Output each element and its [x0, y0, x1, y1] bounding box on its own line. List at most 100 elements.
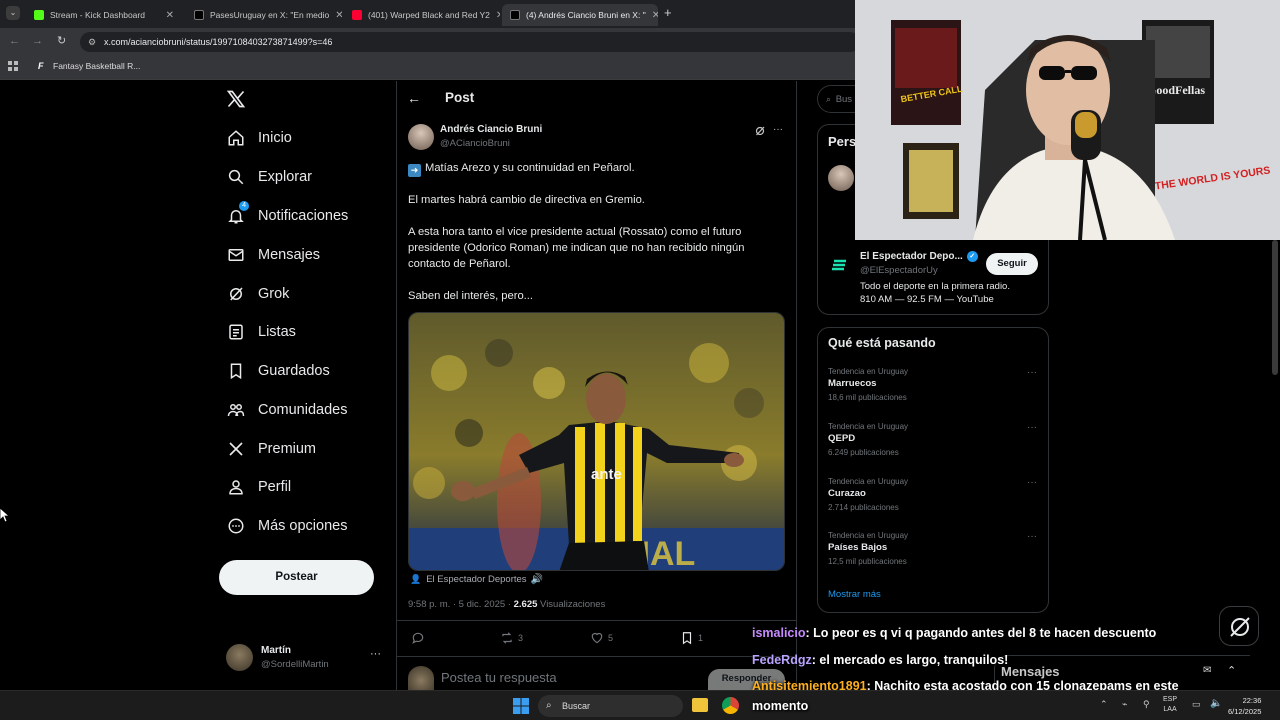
nav-mensajes[interactable]: Mensajes: [226, 240, 320, 270]
language-indicator[interactable]: ESP LAA: [1163, 695, 1177, 715]
repost-count: 3: [518, 633, 524, 643]
nav-comunidades[interactable]: Comunidades: [226, 395, 347, 425]
trend-item[interactable]: Tendencia en Uruguay Países Bajos 12,5 m…: [828, 531, 1043, 566]
chevron-up-icon[interactable]: ⌃: [1227, 664, 1236, 677]
chat-message: ismalicio: Lo peor es q vi q pagando ant…: [752, 626, 1156, 640]
chat-text: : el mercado es largo, tranquilos!: [811, 653, 1009, 667]
tab-label: (401) Warped Black and Red Y2: [368, 10, 490, 20]
show-more-link[interactable]: Mostrar más: [828, 589, 881, 600]
close-icon[interactable]: ✕: [646, 10, 658, 21]
site-info-icon[interactable]: ⚙: [88, 32, 96, 52]
tab-kick[interactable]: Stream - Kick Dashboard ✕: [26, 4, 182, 26]
tab-pases[interactable]: PasesUruguay en X: "En medio ✕: [186, 4, 342, 26]
person-icon: [226, 477, 246, 497]
taskbar-search[interactable]: ⌕ Buscar: [538, 695, 683, 717]
more-icon[interactable]: ···: [1027, 422, 1037, 433]
author-handle[interactable]: @ACiancioBruni: [440, 138, 510, 149]
suggested-avatar-partial[interactable]: [828, 165, 854, 191]
nav-label: Grok: [258, 286, 290, 302]
author-avatar[interactable]: [408, 124, 434, 150]
new-message-icon[interactable]: ✉: [1203, 665, 1211, 676]
grok-icon[interactable]: [754, 124, 766, 136]
divider: [397, 620, 796, 621]
scrollbar[interactable]: [1272, 240, 1278, 375]
clock[interactable]: 22:36 6/12/2025: [1228, 695, 1261, 717]
follow-button[interactable]: Seguir: [986, 253, 1038, 275]
nav-premium[interactable]: Premium: [226, 434, 316, 464]
arrow-right-icon: ➜: [408, 164, 421, 177]
author-name[interactable]: Andrés Ciancio Bruni: [440, 124, 542, 135]
nav-perfil[interactable]: Perfil: [226, 472, 291, 502]
suggested-handle: @ElEspectadorUy: [860, 265, 938, 276]
windows-start-icon[interactable]: [513, 698, 529, 714]
nav-listas[interactable]: Listas: [226, 317, 296, 347]
trend-item[interactable]: Tendencia en Uruguay QEPD 6.249 publicac…: [828, 422, 1043, 457]
close-icon[interactable]: ✕: [160, 10, 174, 21]
url-field[interactable]: ⚙ x.com/acianciobruni/status/19971084032…: [80, 32, 860, 52]
post-image[interactable]: ONAL ante: [408, 312, 785, 571]
post-more-icon[interactable]: ···: [773, 124, 783, 135]
reply-action[interactable]: [411, 631, 425, 645]
volume-icon[interactable]: 🔈: [1210, 698, 1222, 709]
new-tab-icon[interactable]: +: [664, 5, 672, 20]
bell-icon: 4: [226, 201, 249, 226]
search-icon: ⌕: [546, 700, 552, 711]
chrome-icon[interactable]: [722, 697, 739, 714]
bookmark-count: 1: [698, 633, 704, 643]
account-switcher[interactable]: Martín @SordelliMartin ···: [226, 644, 386, 674]
bookmark-icon: [226, 361, 246, 381]
suggested-account[interactable]: El Espectador Depo... ✓ @ElEspectadorUy …: [828, 250, 1043, 305]
image-credit[interactable]: 👤 El Espectador Deportes 🔊: [410, 574, 543, 585]
trend-item[interactable]: Tendencia en Uruguay Marruecos 18,6 mil …: [828, 367, 1043, 402]
avatar: [226, 644, 253, 671]
like-action[interactable]: 5: [590, 631, 613, 645]
notification-badge: 4: [239, 201, 249, 211]
mic-icon[interactable]: ⚲: [1143, 699, 1150, 710]
close-icon[interactable]: ✕: [490, 10, 500, 21]
network-icon[interactable]: ⌁: [1122, 699, 1127, 710]
nav-explorar[interactable]: Explorar: [226, 162, 312, 192]
bookmark-fantasy[interactable]: F Fantasy Basketball R...: [38, 61, 140, 71]
grok-icon: [226, 284, 246, 304]
tab-youtube[interactable]: (401) Warped Black and Red Y2 ✕: [344, 4, 500, 26]
mouse-cursor-icon: [0, 507, 11, 523]
more-icon[interactable]: ···: [1027, 531, 1037, 542]
nav-guardados[interactable]: Guardados: [226, 356, 330, 386]
bookmark-action[interactable]: 1: [680, 631, 703, 645]
search-icon: [226, 167, 246, 187]
account-name: Martín: [261, 645, 291, 656]
grok-float-button[interactable]: [1219, 606, 1259, 646]
people-icon: [226, 400, 246, 420]
display-icon[interactable]: ▭: [1192, 699, 1201, 710]
speaker-icon[interactable]: 🔊: [531, 574, 543, 585]
nav-grok[interactable]: Grok: [226, 279, 289, 309]
x-logo-icon: [194, 10, 204, 20]
reload-icon[interactable]: ↻: [57, 34, 66, 47]
reply-input[interactable]: Postea tu respuesta: [441, 670, 557, 685]
nav-inicio[interactable]: Inicio: [226, 123, 292, 153]
tab-list-icon[interactable]: ⌄: [6, 6, 20, 20]
repost-action[interactable]: 3: [500, 631, 523, 645]
nav-label: Inicio: [258, 130, 292, 146]
nav-label: Perfil: [258, 479, 292, 495]
trend-item[interactable]: Tendencia en Uruguay Curazao 2.714 publi…: [828, 477, 1043, 512]
apps-grid-icon[interactable]: [8, 61, 18, 71]
nav-label: Más opciones: [258, 518, 348, 534]
file-explorer-icon[interactable]: [692, 698, 708, 712]
more-icon[interactable]: ···: [1027, 477, 1037, 488]
more-icon[interactable]: ···: [370, 648, 381, 660]
trends-title: Qué está pasando: [828, 336, 936, 350]
post-timestamp: 9:58 p. m. · 5 dic. 2025 · 2.625 Visuali…: [408, 599, 606, 610]
back-icon[interactable]: ←: [9, 35, 20, 47]
tab-label: Stream - Kick Dashboard: [50, 10, 145, 20]
tray-chevron-icon[interactable]: ⌃: [1100, 699, 1108, 710]
close-icon[interactable]: ✕: [329, 10, 342, 21]
back-arrow-icon[interactable]: ←: [407, 90, 421, 106]
post-button[interactable]: Postear: [219, 560, 374, 595]
more-icon[interactable]: ···: [1027, 367, 1037, 378]
x-logo-icon[interactable]: [226, 89, 246, 109]
forward-icon[interactable]: →: [32, 35, 43, 47]
tab-current[interactable]: (4) Andrés Ciancio Bruni en X: " ✕: [502, 4, 658, 26]
nav-mas-opciones[interactable]: Más opciones: [226, 511, 347, 541]
nav-notificaciones[interactable]: 4 Notificaciones: [226, 201, 348, 231]
